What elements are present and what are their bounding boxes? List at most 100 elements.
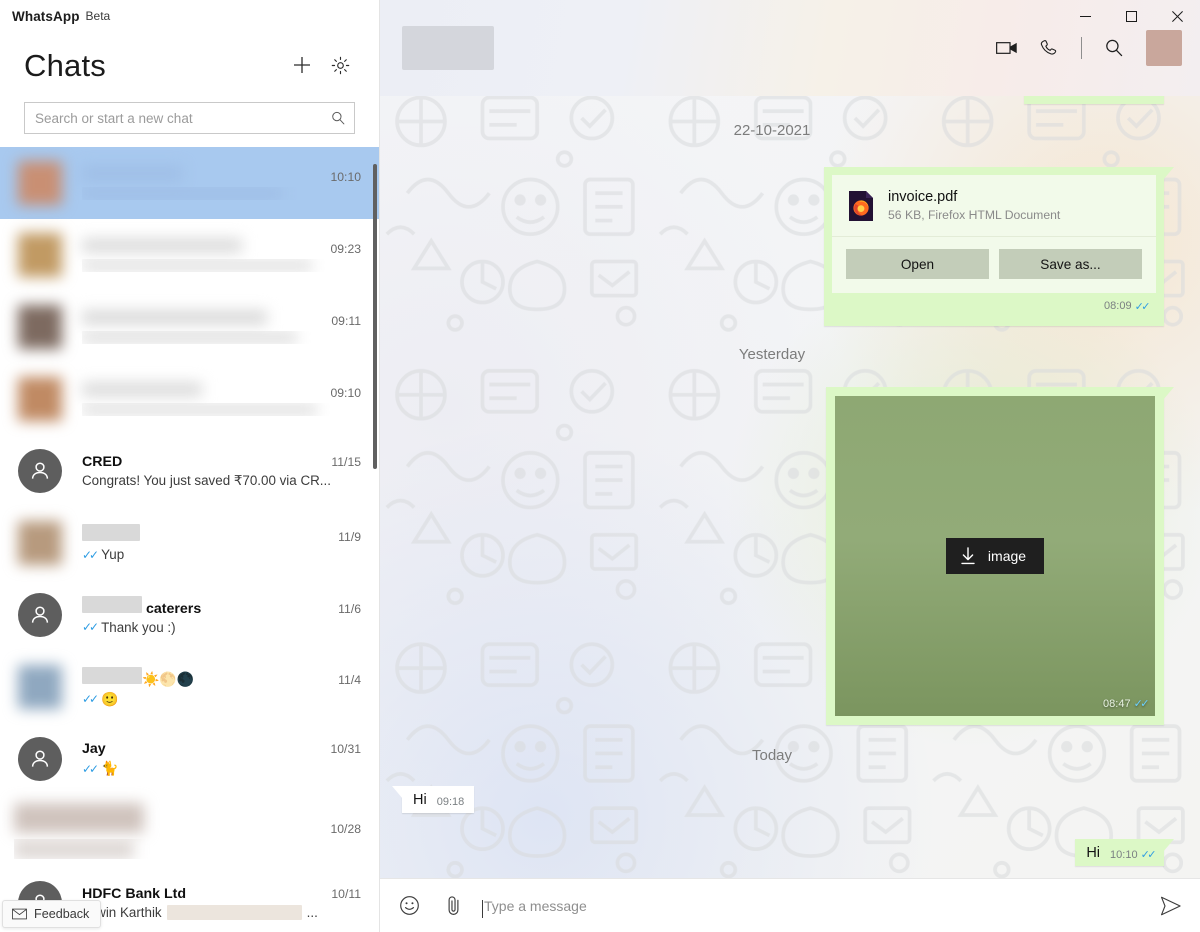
outgoing-message-meta: 10:10 ✓✓ [1110,848,1157,862]
chat-list-item-4[interactable]: 09:10 [0,363,379,435]
chat-list-scrollbar[interactable] [373,164,377,469]
open-document-button[interactable]: Open [846,249,989,279]
message-area[interactable]: 22-10-2021 invoice.pdf 56 KB, Firefox HT… [380,96,1200,878]
search-box[interactable] [24,102,355,134]
chat-row-preview: 🐈 [101,760,119,776]
image-message-bubble[interactable]: image 08:47 ✓✓ [826,387,1174,725]
download-image-label: image [987,548,1027,564]
search-icon [1106,39,1123,57]
smiley-icon [399,896,419,915]
chat-list-item-6[interactable]: 11/9 ✓✓ Yup [0,507,379,579]
bubble-tail [1163,839,1174,852]
chat-row-preview-redaction [166,905,302,920]
envelope-icon [12,908,27,920]
incoming-message-text: Hi [413,792,427,808]
message-row-clipped [380,96,1164,104]
chat-row-content: 09:11 [82,310,361,344]
message-input-wrapper[interactable] [482,897,1138,918]
chat-contact-name-redaction [402,26,494,70]
chat-list-item-2[interactable]: 09:23 [0,219,379,291]
date-separator-3: Today [751,747,793,764]
chat-list-item-cred[interactable]: CRED 11/15 Congrats! You just saved ₹70.… [0,435,379,507]
read-receipt-icon: ✓✓ [1140,849,1157,861]
chat-row-name-redaction [82,666,142,684]
search-input[interactable] [35,110,330,126]
page-title: Chats [24,47,106,83]
video-camera-icon [996,42,1017,54]
gear-icon [331,56,349,74]
message-row-document: invoice.pdf 56 KB, Firefox HTML Document… [380,167,1174,326]
chat-row-content: 10/28 [14,803,361,859]
chat-list-item-1[interactable]: 10:10 [0,147,379,219]
message-input[interactable] [484,897,1138,914]
avatar [18,737,62,781]
message-composer [380,878,1200,932]
person-icon [31,462,49,479]
maximize-button[interactable] [1108,0,1154,32]
whatsapp-window: WhatsApp Beta Chats Search or start a ne… [0,0,1200,932]
chat-row-content: HDFC Bank Ltd 10/11 shwin Karthik ... [82,886,361,920]
download-icon [961,547,975,565]
message-row-image: image 08:47 ✓✓ [380,387,1174,725]
settings-button[interactable] [323,48,357,82]
chat-row-name-redaction [82,595,142,613]
incoming-message-bubble[interactable]: Hi 09:18 [392,786,475,813]
chat-list-item-10[interactable]: 10/28 [0,795,379,867]
sidebar: WhatsApp Beta Chats Search or start a ne… [0,0,380,932]
bubble-tail [1163,387,1174,400]
save-document-button[interactable]: Save as... [999,249,1142,279]
contact-avatar[interactable] [1146,30,1182,66]
document-message-bubble[interactable]: invoice.pdf 56 KB, Firefox HTML Document… [824,167,1174,326]
chat-list-item-jay[interactable]: Jay 10/31 ✓✓ 🐈 [0,723,379,795]
chat-row-content: 11/9 ✓✓ Yup [82,524,361,562]
image-thumbnail[interactable]: image 08:47 ✓✓ [835,396,1155,716]
search-chat-button[interactable] [1094,28,1134,68]
minimize-button[interactable] [1062,0,1108,32]
outgoing-bubble-clipped[interactable] [1024,96,1164,104]
outgoing-message-time: 10:10 [1110,848,1138,861]
document-card: invoice.pdf 56 KB, Firefox HTML Document… [832,175,1156,293]
incoming-message-time: 09:18 [436,796,465,808]
send-button[interactable] [1156,891,1186,921]
chat-row-preview: Congrats! You just saved ₹70.00 via CR..… [82,472,331,488]
emoji-button[interactable] [396,893,422,919]
chat-row-time: 09:11 [331,314,361,328]
chat-row-content: ☀️🌕🌑 11/4 ✓✓ 🙂 [82,666,361,708]
firefox-file-icon [848,190,874,222]
feedback-button[interactable]: Feedback [2,900,102,928]
chat-row-preview: 🙂 [101,690,119,707]
chat-list-item-caterers[interactable]: caterers 11/6 ✓✓ Thank you :) [0,579,379,651]
chat-row-time: 11/6 [338,601,361,616]
person-icon [31,750,49,767]
video-call-button[interactable] [987,28,1027,68]
conversation-pane: 22-10-2021 invoice.pdf 56 KB, Firefox HT… [380,0,1200,932]
message-scroll-container[interactable]: 22-10-2021 invoice.pdf 56 KB, Firefox HT… [380,96,1200,878]
app-brand-beta-tag: Beta [85,9,111,23]
document-actions: Open Save as... [832,237,1156,293]
new-chat-button[interactable] [285,48,319,82]
chat-row-name-emoji: ☀️🌕🌑 [142,670,195,687]
avatar [18,161,62,205]
chat-row-preview: Thank you :) [101,619,176,635]
avatar [18,377,62,421]
app-brand: WhatsApp [12,8,80,24]
search-icon [330,110,346,126]
chat-list[interactable]: 10:10 09:23 09:11 09:10 CRED 11/15 Congr… [0,147,379,931]
message-row-incoming: Hi 09:18 [380,786,1164,813]
avatar [18,521,62,565]
chat-list-item-3[interactable]: 09:11 [0,291,379,363]
chat-list-item-8[interactable]: ☀️🌕🌑 11/4 ✓✓ 🙂 [0,651,379,723]
chat-row-name-redaction [82,524,140,541]
voice-call-button[interactable] [1029,28,1069,68]
outgoing-message-bubble[interactable]: Hi 10:10 ✓✓ [1075,839,1174,866]
read-receipt-icon: ✓✓ [1133,698,1150,710]
chat-row-name: Jay [82,741,106,757]
document-file-meta: 56 KB, Firefox HTML Document [888,208,1061,222]
close-button[interactable] [1154,0,1200,32]
search-container [0,98,379,134]
document-file-name: invoice.pdf [888,189,958,205]
download-image-button[interactable]: image [945,538,1045,574]
read-receipt-icon: ✓✓ [82,692,99,706]
attach-button[interactable] [440,893,466,919]
chat-row-time: 10/28 [330,822,362,836]
